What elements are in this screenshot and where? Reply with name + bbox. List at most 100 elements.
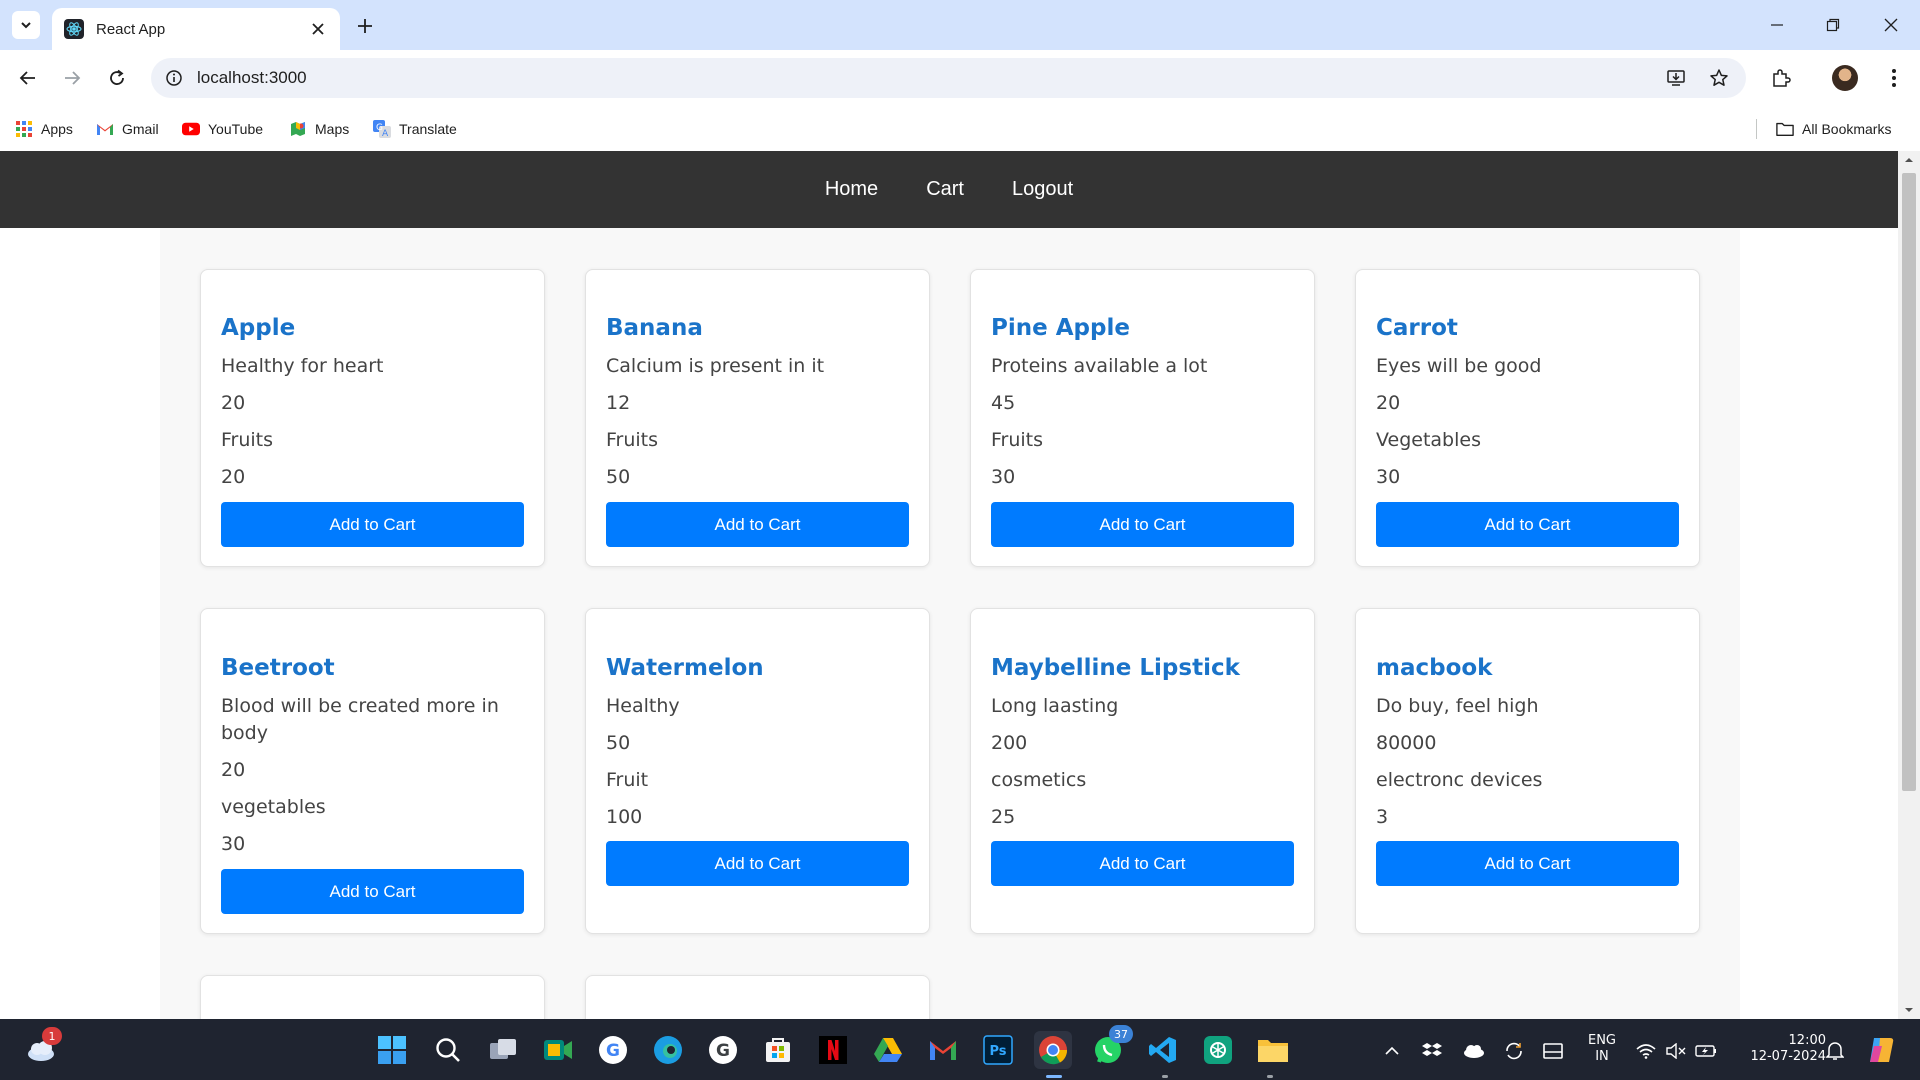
- scroll-down-button[interactable]: [1898, 1001, 1920, 1019]
- product-description: Long laasting: [991, 695, 1119, 717]
- add-to-cart-button[interactable]: Add to Cart: [221, 869, 524, 914]
- back-button[interactable]: [12, 62, 44, 94]
- netflix-icon[interactable]: [814, 1031, 852, 1069]
- add-to-cart-button[interactable]: Add to Cart: [606, 502, 909, 547]
- menu-button[interactable]: [1878, 62, 1910, 94]
- bookmark-translate[interactable]: GA Translate: [373, 117, 457, 141]
- product-quantity: 25: [991, 806, 1016, 828]
- sync-tray-icon[interactable]: [1502, 1039, 1526, 1063]
- product-quantity: 30: [221, 833, 246, 855]
- all-bookmarks-button[interactable]: All Bookmarks: [1776, 117, 1891, 141]
- display-tray-icon[interactable]: [1541, 1039, 1565, 1063]
- triangle-up-icon: [1905, 158, 1913, 162]
- bookmark-label: Translate: [399, 121, 457, 137]
- volume-muted-tray-icon[interactable]: [1664, 1039, 1688, 1063]
- profile-button[interactable]: [1829, 62, 1861, 94]
- browser-titlebar: React App: [0, 0, 1920, 50]
- bookmark-apps[interactable]: Apps: [15, 117, 73, 141]
- folder-icon: [1776, 120, 1794, 138]
- add-to-cart-button[interactable]: Add to Cart: [991, 841, 1294, 886]
- forward-button[interactable]: [56, 62, 88, 94]
- google-app-icon[interactable]: G: [594, 1031, 632, 1069]
- scroll-thumb[interactable]: [1902, 173, 1916, 791]
- product-category: Vegetables: [1376, 429, 1481, 451]
- region-code: IN: [1595, 1049, 1609, 1064]
- dropbox-tray-icon[interactable]: [1420, 1039, 1444, 1063]
- reload-button[interactable]: [101, 62, 133, 94]
- gmail-app-icon[interactable]: [924, 1031, 962, 1069]
- bookmark-star-button[interactable]: [1703, 62, 1735, 94]
- url-text[interactable]: localhost:3000: [197, 68, 307, 88]
- chatgpt-icon[interactable]: [1199, 1031, 1237, 1069]
- battery-tray-icon[interactable]: [1694, 1039, 1718, 1063]
- bookmark-label: Apps: [41, 121, 73, 137]
- search-icon: [436, 1038, 460, 1062]
- add-to-cart-button[interactable]: Add to Cart: [221, 502, 524, 547]
- add-to-cart-button[interactable]: Add to Cart: [606, 841, 909, 886]
- google-drive-icon[interactable]: [869, 1031, 907, 1069]
- active-app-indicator: [1046, 1075, 1062, 1078]
- close-tab-icon[interactable]: [308, 19, 328, 39]
- minimize-button[interactable]: [1762, 10, 1792, 40]
- vscode-icon[interactable]: [1144, 1031, 1182, 1069]
- clock[interactable]: 12:00 12-07-2024: [1726, 1033, 1826, 1065]
- product-card: Carrot Eyes will be good 20 Vegetables 3…: [1355, 269, 1700, 567]
- bell-icon: [1826, 1042, 1844, 1060]
- copilot-icon[interactable]: [1862, 1031, 1900, 1069]
- puzzle-icon: [1773, 69, 1791, 87]
- new-tab-button[interactable]: [352, 13, 378, 39]
- product-price: 200: [991, 732, 1028, 754]
- install-app-button[interactable]: [1660, 62, 1692, 94]
- whatsapp-icon[interactable]: 37: [1089, 1025, 1133, 1069]
- bookmark-youtube[interactable]: YouTube: [182, 117, 263, 141]
- restore-button[interactable]: [1818, 10, 1848, 40]
- product-category: Fruit: [606, 769, 649, 791]
- bookmark-maps[interactable]: Maps: [289, 117, 349, 141]
- scroll-up-button[interactable]: [1898, 151, 1920, 169]
- translate-icon: GA: [373, 120, 391, 138]
- page-scrollbar[interactable]: [1898, 151, 1920, 1019]
- file-explorer-icon[interactable]: [1254, 1031, 1292, 1069]
- browser-toolbar: localhost:3000: [0, 50, 1920, 107]
- meet-app-icon[interactable]: [539, 1031, 577, 1069]
- chrome-taskbar-icon[interactable]: [1034, 1031, 1072, 1069]
- product-quantity: 30: [991, 466, 1016, 488]
- start-button[interactable]: [373, 1031, 411, 1069]
- product-card: Apple Healthy for heart 20 Fruits 20 Add…: [200, 269, 545, 567]
- svg-text:A: A: [382, 129, 389, 138]
- product-description: Calcium is present in it: [606, 355, 825, 377]
- edge-browser-icon[interactable]: [649, 1031, 687, 1069]
- language-indicator[interactable]: ENG IN: [1582, 1033, 1622, 1065]
- grammarly-icon[interactable]: G: [704, 1031, 742, 1069]
- add-to-cart-button[interactable]: Add to Cart: [1376, 841, 1679, 886]
- notifications-button[interactable]: [1823, 1039, 1847, 1063]
- react-icon: [64, 19, 84, 39]
- product-category: vegetables: [221, 796, 326, 818]
- add-to-cart-button[interactable]: Add to Cart: [991, 502, 1294, 547]
- close-window-button[interactable]: [1876, 10, 1906, 40]
- nav-link-cart[interactable]: Cart: [926, 178, 964, 201]
- tab-search-button[interactable]: [12, 11, 40, 39]
- product-card: Pine Apple Proteins available a lot 45 F…: [970, 269, 1315, 567]
- nav-link-home[interactable]: Home: [825, 178, 878, 201]
- address-bar[interactable]: localhost:3000: [151, 58, 1746, 98]
- bookmark-gmail[interactable]: Gmail: [96, 117, 159, 141]
- extensions-button[interactable]: [1765, 62, 1797, 94]
- add-to-cart-button[interactable]: Add to Cart: [1376, 502, 1679, 547]
- product-card: Watermelon Healthy 50 Fruit 100 Add to C…: [585, 608, 930, 934]
- onedrive-tray-icon[interactable]: [1462, 1039, 1486, 1063]
- wifi-tray-icon[interactable]: [1634, 1039, 1658, 1063]
- microsoft-store-icon[interactable]: [759, 1031, 797, 1069]
- chevron-down-icon: [21, 22, 31, 29]
- product-name: Beetroot: [221, 655, 335, 681]
- product-price: 50: [606, 732, 631, 754]
- photoshop-icon[interactable]: Ps: [979, 1031, 1017, 1069]
- info-icon[interactable]: [165, 69, 183, 87]
- nav-link-logout[interactable]: Logout: [1012, 178, 1073, 201]
- weather-widget[interactable]: 1: [22, 1027, 62, 1069]
- task-view-button[interactable]: [484, 1031, 522, 1069]
- gmail-icon: [96, 120, 114, 138]
- search-button[interactable]: [429, 1031, 467, 1069]
- browser-tab[interactable]: React App: [52, 8, 340, 50]
- show-hidden-icons-button[interactable]: [1380, 1039, 1404, 1063]
